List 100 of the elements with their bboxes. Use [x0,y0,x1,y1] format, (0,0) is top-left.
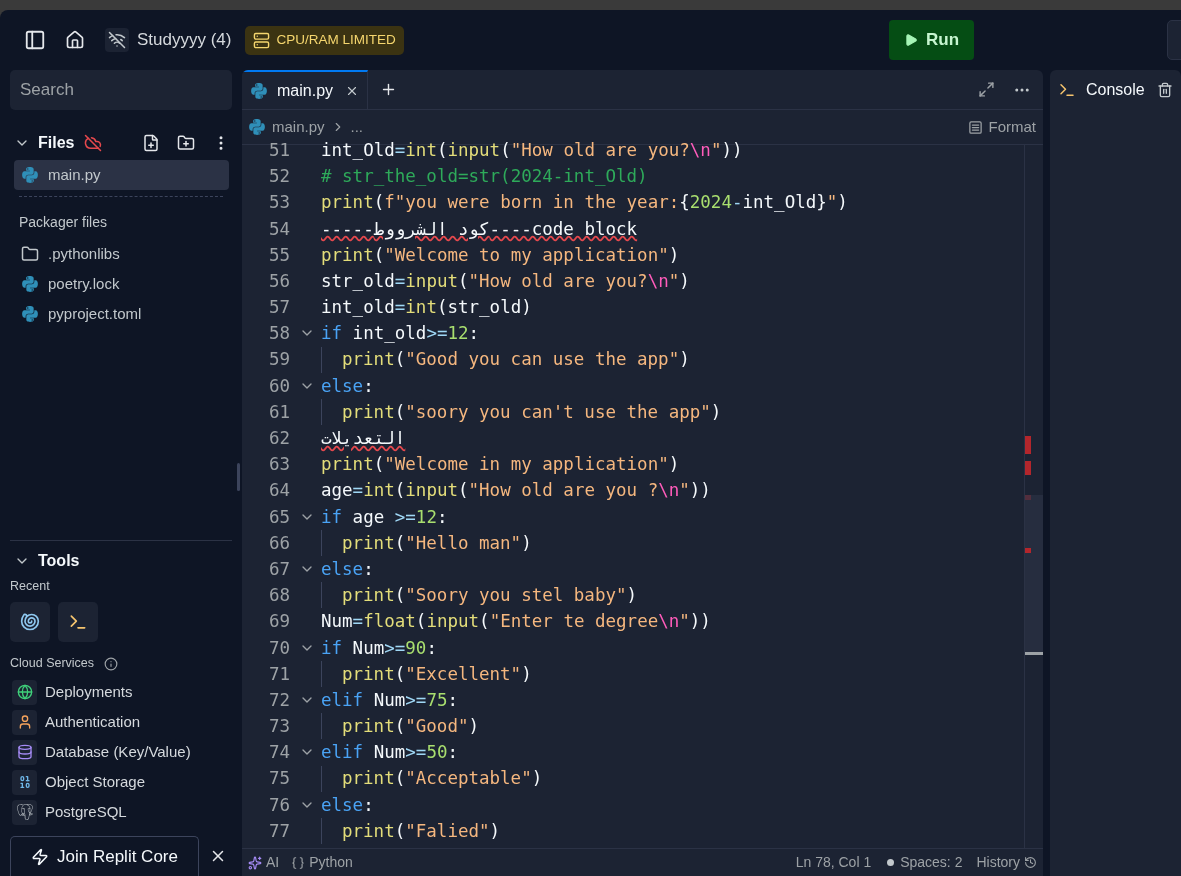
line-number: 67 [267,557,291,581]
line-number: 65 [267,505,291,529]
code-line: print("Acceptable") [342,767,543,791]
panel-title[interactable]: Console [1086,78,1145,102]
code-line: print("Good") [342,715,479,739]
code-line: print("soory you can't use the app") [342,400,722,424]
format-icon [968,119,984,135]
cursor-position[interactable]: Ln 78, Col 1 [795,852,872,873]
tool-button[interactable] [58,602,98,643]
format-button[interactable]: Format [968,115,1036,139]
resource-badge: CPU/RAM LIMITED [245,25,404,55]
globe-icon [12,679,37,705]
file-item[interactable]: .pythonlibs [14,239,229,269]
line-number: 72 [267,688,291,712]
service-item[interactable]: Deployments [12,677,232,707]
line-number: 64 [267,479,291,503]
code-line: else: [321,557,374,581]
sidebar-toggle-icon[interactable] [24,29,46,51]
line-number: 66 [267,531,291,555]
code-line: print(f"you were born in the year:{2024-int_Old}") [321,191,848,215]
braces-icon [291,855,306,870]
line-number: 55 [267,243,291,267]
code-line: print("Hello man") [342,531,532,555]
run-button[interactable]: Run [889,20,974,60]
file-item[interactable]: poetry.lock [14,269,229,299]
group-label: Recent [10,577,51,595]
line-number: 54 [267,217,291,241]
line-number: 59 [267,348,291,372]
code-line: print("Welcome to my application") [321,243,680,267]
code-line: Num=float(input("Enter te degree\n")) [321,610,711,634]
trash-icon[interactable] [1156,82,1173,98]
code-line: التعديلات [321,427,406,451]
code-line: elif Num>=50: [321,741,458,765]
sparkle-icon [248,855,262,870]
file-item[interactable]: pyproject.toml [14,299,229,329]
editor-tab[interactable]: main.py [242,70,368,109]
file-item[interactable]: main.py [14,160,229,190]
code-line: else: [321,374,374,398]
expand-icon[interactable] [978,81,995,98]
ai-button[interactable]: AI [248,852,280,873]
line-number: 63 [267,453,291,477]
line-number: 60 [267,374,291,398]
cloud-off-icon [84,134,103,152]
line-number: 75 [267,767,291,791]
group-label: Packager files [18,213,108,232]
code-line: print("Excellent") [342,662,532,686]
python-icon [250,81,268,100]
server-icon [253,31,271,49]
code-line: str_old=input("How old are you?\n") [321,269,690,293]
new-file-icon[interactable] [142,134,160,152]
info-icon[interactable] [104,656,119,671]
section-title: Files [38,133,75,153]
language-button[interactable]: Python [291,852,353,873]
elephant-icon [12,799,37,825]
play-icon [903,33,918,47]
person-icon [12,709,37,735]
line-number: 70 [267,636,291,660]
indent-button[interactable]: Spaces: 2 [887,852,963,873]
history-button[interactable]: History [976,852,1037,873]
tool-button[interactable] [10,602,50,643]
line-number: 68 [267,584,291,608]
breadcrumb-item[interactable]: main.py [272,115,325,139]
line-number: 77 [267,819,291,843]
code-line: print("Soory you stel baby") [342,584,638,608]
line-number: 76 [267,793,291,817]
service-item[interactable]: Object Storage [12,767,232,797]
service-item[interactable]: Database (Key/Value) [12,737,232,767]
resize-handle[interactable] [237,463,240,491]
code-line: print("Falied") [342,819,501,843]
python-icon [21,166,39,184]
code-line: int_Old=int(input("How old are you?\n")) [321,138,743,162]
new-tab-icon[interactable] [380,81,397,98]
python-icon [248,118,266,136]
database-icon [12,739,37,765]
line-number: 57 [267,296,291,320]
line-number: 56 [267,269,291,293]
line-number: 62 [267,427,291,451]
overview-ruler[interactable] [1024,145,1043,848]
line-number: 61 [267,400,291,424]
breadcrumb-item[interactable]: ... [350,115,364,139]
history-icon [1024,856,1037,869]
binary-icon [12,769,37,795]
service-item[interactable]: Authentication [12,707,232,737]
service-item[interactable]: PostgreSQL [12,797,232,827]
line-number: 52 [267,165,291,189]
new-folder-icon[interactable] [177,134,195,152]
line-number: 74 [267,741,291,765]
line-number: 51 [267,138,291,162]
line-number: 53 [267,191,291,215]
search-field[interactable]: Search [10,70,232,110]
upgrade-button[interactable]: Join Replit Core [10,836,199,876]
code-line: -----كود الشرووط----code block [321,217,638,242]
group-label: Cloud Services [10,655,95,673]
line-number: 71 [267,662,291,686]
code-line: if age >=12: [321,505,448,529]
project-name[interactable]: Studyyyy (4) [137,27,232,53]
code-line: print("Welcome in my application") [321,453,680,477]
code-line: if int_old>=12: [321,322,480,346]
code-line: print("Good you can use the app") [342,348,690,372]
home-icon[interactable] [65,30,85,50]
